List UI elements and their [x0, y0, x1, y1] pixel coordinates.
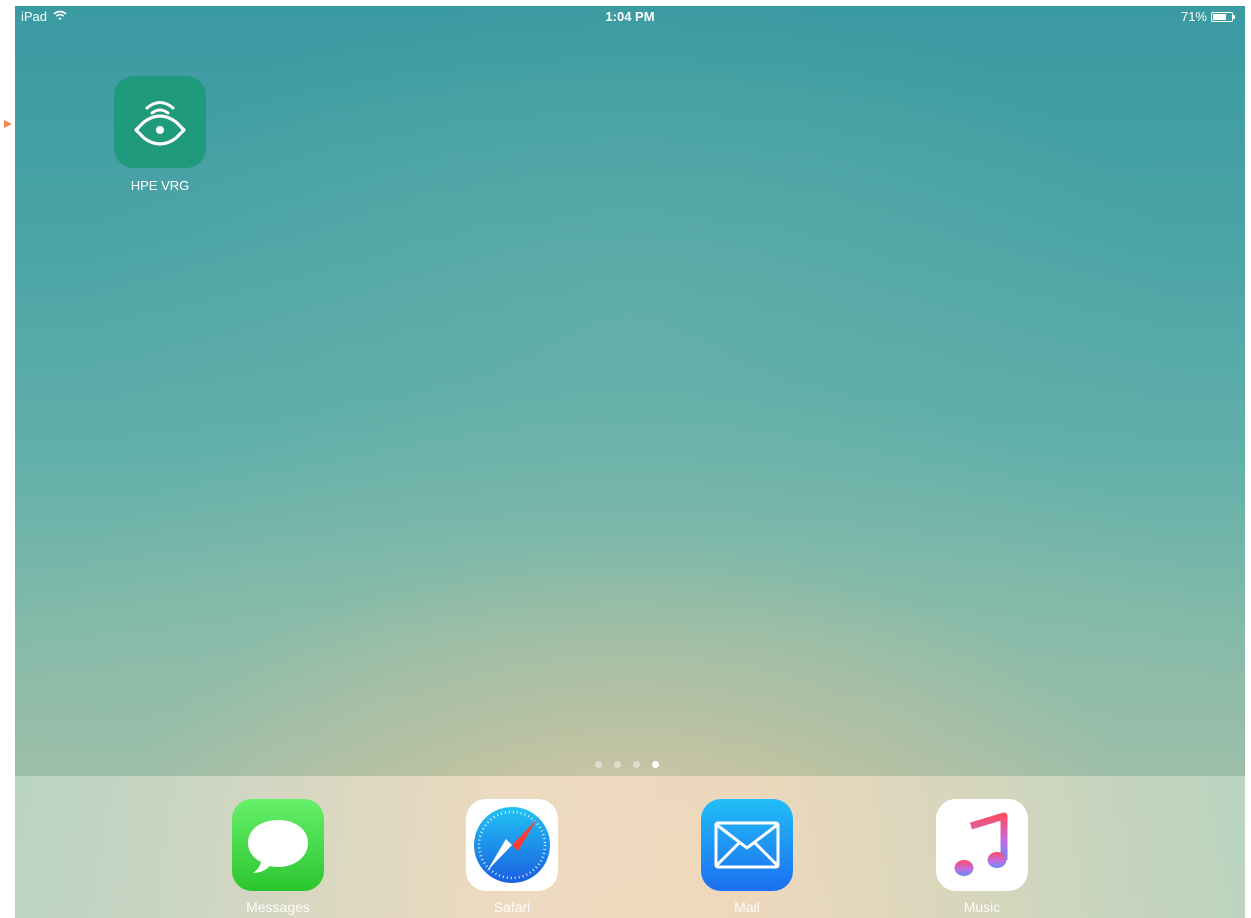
status-bar: iPad 1:04 PM 71% [15, 6, 1245, 28]
battery-percentage: 71% [1180, 9, 1207, 24]
page-dot[interactable] [595, 761, 602, 768]
dock-label: Messages [246, 899, 310, 915]
battery-tip [1233, 14, 1235, 19]
dock-label: Music [963, 899, 1001, 915]
pointer-arrow-icon [4, 120, 12, 128]
battery-icon [1211, 11, 1235, 22]
status-right: 71% [1180, 9, 1235, 24]
ipad-home-screen: iPad 1:04 PM 71% HPE VRG Messages Safari… [15, 6, 1245, 918]
speech-bubble-icon[interactable] [232, 799, 324, 891]
dock-app-mail[interactable]: Mail [701, 799, 793, 915]
page-dot[interactable] [633, 761, 640, 768]
compass-icon[interactable] [466, 799, 558, 891]
dock-app-messages[interactable]: Messages [232, 799, 324, 915]
page-dot[interactable] [652, 761, 659, 768]
app-label: HPE VRG [130, 178, 190, 193]
music-note-icon[interactable] [936, 799, 1028, 891]
battery-fill [1213, 13, 1226, 20]
dock-app-safari[interactable]: Safari [466, 799, 558, 915]
dock-label: Mail [734, 899, 760, 915]
dock-app-music[interactable]: Music [936, 799, 1028, 915]
eye-signal-icon[interactable] [114, 76, 206, 168]
page-indicator[interactable] [595, 761, 659, 768]
dock: Messages Safari Mail Music [15, 776, 1245, 918]
page-dot[interactable] [614, 761, 621, 768]
status-time: 1:04 PM [605, 9, 655, 24]
dock-label: Safari [493, 899, 531, 915]
envelope-icon[interactable] [701, 799, 793, 891]
app-hpe-vrg[interactable]: HPE VRG [114, 76, 206, 193]
